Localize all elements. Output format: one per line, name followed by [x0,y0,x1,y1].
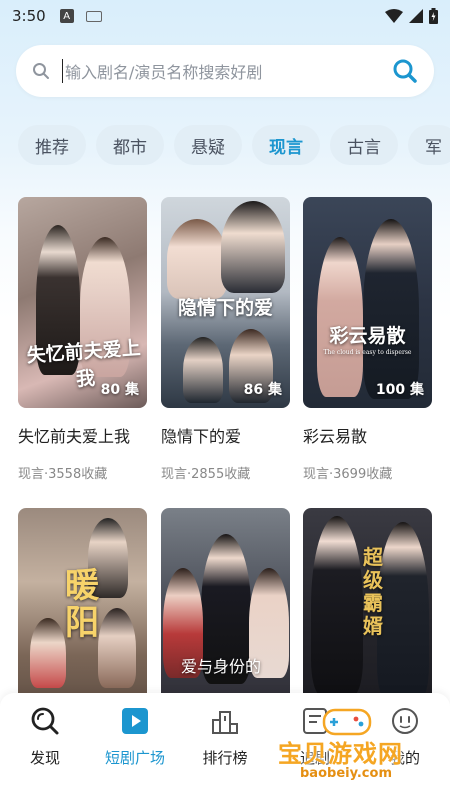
episode-count: 100 集 [375,382,424,398]
keyboard-icon [85,10,102,22]
search-button-icon[interactable] [392,58,418,84]
poster-subtitle: The cloud is easy to disperse [323,349,412,356]
list-icon [299,705,331,737]
category-chip-ancient-romance[interactable]: 古言 [330,125,398,165]
poster-title: 暖阳 [65,566,99,644]
category-chip-urban[interactable]: 都市 [96,125,164,165]
tab-follow[interactable]: 追剧 [270,705,360,800]
drama-poster[interactable]: 暖阳 [18,508,147,719]
search-bar[interactable]: 输入剧名/演员名称搜索好剧 [16,45,434,97]
drama-poster[interactable]: 彩云易散 The cloud is easy to disperse 100 集 [303,197,432,408]
tab-label: 追剧 [299,749,330,767]
poster-title: 彩云易散 [329,325,406,347]
drama-title: 彩云易散 [303,427,368,446]
drama-poster[interactable]: 爱与身份的 [161,508,290,719]
drama-poster[interactable]: 隐情下的爱 86 集 [161,197,290,408]
category-chip-suspense[interactable]: 悬疑 [174,125,242,165]
face-icon [389,705,421,737]
tab-label: 排行榜 [202,749,248,767]
search-input[interactable]: 输入剧名/演员名称搜索好剧 [62,59,392,83]
tab-discover[interactable]: 发现 [0,705,90,800]
notification-icon: A [59,9,74,23]
episode-count: 80 集 [100,382,139,398]
poster-title: 超级霸婿 [363,545,383,638]
drama-card[interactable]: 超级霸婿 [303,508,432,719]
drama-meta: 现言·3558收藏 [18,467,108,482]
tab-label: 短剧广场 [104,749,165,767]
drama-title: 失忆前夫爱上我 [18,427,131,446]
play-icon [119,705,151,737]
tab-label: 我的 [389,749,420,767]
category-chip-modern-romance[interactable]: 现言 [252,125,320,165]
tab-profile[interactable]: 我的 [360,705,450,800]
tab-label: 发现 [29,749,60,767]
chart-icon [209,705,241,737]
drama-card[interactable]: 彩云易散 The cloud is easy to disperse 100 集… [303,197,432,482]
battery-icon [429,8,438,24]
drama-card[interactable]: 失忆前夫爱上我 80 集 失忆前夫爱上我 现言·3558收藏 [18,197,147,482]
wifi-icon [385,9,403,23]
drama-card[interactable]: 爱与身份的 [161,508,290,719]
drama-meta: 现言·2855收藏 [161,467,251,482]
bottom-tab-bar: 发现 短剧广场 排行榜 追剧 我的 [0,693,450,800]
signal-icon [409,9,423,23]
poster-title: 隐情下的爱 [177,297,273,319]
search-icon [29,705,61,737]
drama-meta: 现言·3699收藏 [303,467,393,482]
tab-rankings[interactable]: 排行榜 [180,705,270,800]
drama-poster[interactable]: 失忆前夫爱上我 80 集 [18,197,147,408]
status-time: 3:50 [12,7,46,25]
drama-card[interactable]: 暖阳 [18,508,147,719]
search-icon [33,63,49,79]
category-chip-recommend[interactable]: 推荐 [18,125,86,165]
drama-poster[interactable]: 超级霸婿 [303,508,432,719]
status-bar: 3:50 A [0,0,450,32]
drama-title: 隐情下的爱 [161,427,242,446]
poster-title: 爱与身份的 [181,657,262,676]
drama-card[interactable]: 隐情下的爱 86 集 隐情下的爱 现言·2855收藏 [161,197,290,482]
episode-count: 86 集 [243,382,282,398]
tab-drama-square[interactable]: 短剧广场 [90,705,180,800]
category-chips: 推荐 都市 悬疑 现言 古言 军 [18,125,450,165]
category-chip-military[interactable]: 军 [408,125,450,165]
